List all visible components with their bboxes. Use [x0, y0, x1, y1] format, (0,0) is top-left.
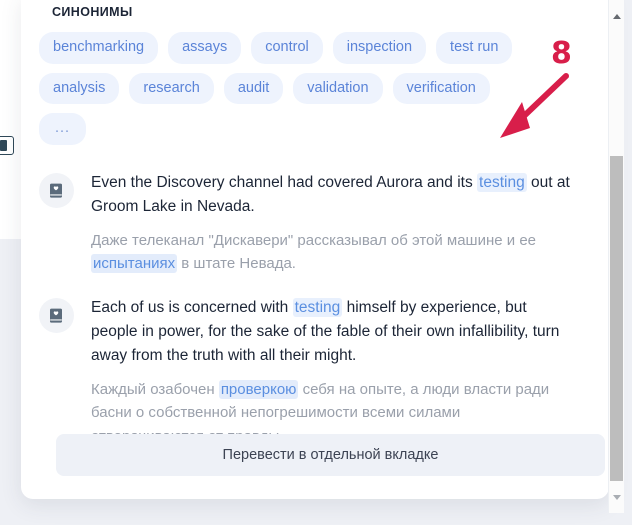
- synonym-chip[interactable]: test run: [436, 32, 513, 64]
- synonym-chip[interactable]: verification: [392, 72, 490, 104]
- translator-popup: СИНОНИМЫ benchmarking assays control inspec…: [21, 0, 609, 499]
- examples-list: Even the Discovery channel had covered A…: [39, 171, 595, 448]
- example-source-text: Each of us is concerned with testing him…: [91, 296, 575, 368]
- synonyms-section-label: СИНОНИМЫ: [52, 5, 133, 19]
- synonym-chip[interactable]: validation: [293, 72, 383, 104]
- example-target-post: в штате Невада.: [177, 254, 296, 272]
- scroll-up-arrow-icon[interactable]: [609, 8, 624, 24]
- annotation-step-number: 8: [551, 36, 572, 71]
- example-target-pre: Даже телеканал "Дискавери" рассказывал о…: [91, 231, 536, 249]
- synonym-chip[interactable]: audit: [223, 72, 284, 104]
- example-source-highlight[interactable]: testing: [292, 298, 343, 318]
- example-item: Even the Discovery channel had covered A…: [39, 171, 595, 276]
- scroll-down-arrow-icon[interactable]: [609, 489, 624, 505]
- synonym-chip[interactable]: analysis: [39, 72, 120, 104]
- screen-root: СИНОНИМЫ benchmarking assays control inspec…: [0, 0, 632, 525]
- example-source-text: Even the Discovery channel had covered A…: [91, 171, 575, 219]
- synonym-chip[interactable]: assays: [168, 32, 242, 64]
- synonyms-chip-list: benchmarking assays control inspection test …: [39, 32, 544, 145]
- example-body: Even the Discovery channel had covered A…: [91, 171, 575, 276]
- example-source-highlight[interactable]: testing: [477, 172, 527, 192]
- example-target-highlight[interactable]: испытаниях: [91, 253, 178, 273]
- translate-in-separate-tab-button[interactable]: Перевести в отдельной вкладке: [56, 434, 605, 476]
- scrollbar-thumb[interactable]: [610, 156, 623, 481]
- synonym-chip[interactable]: research: [129, 72, 214, 104]
- example-source-pre: Each of us is concerned with: [91, 299, 293, 317]
- example-target-highlight[interactable]: проверкою: [218, 380, 299, 400]
- synonym-chip[interactable]: inspection: [332, 32, 427, 64]
- synonym-chip[interactable]: benchmarking: [39, 32, 159, 64]
- example-target-text: Даже телеканал "Дискавери" рассказывал о…: [91, 229, 575, 276]
- example-target-pre: Каждый озабочен: [91, 381, 219, 399]
- example-source-pre: Even the Discovery channel had covered A…: [91, 173, 478, 191]
- book-heart-icon: [39, 172, 74, 208]
- popup-scrollbar[interactable]: [608, 0, 624, 513]
- synonym-chip[interactable]: control: [251, 32, 323, 64]
- synonym-chip[interactable]: ...: [39, 113, 87, 145]
- example-body: Each of us is concerned with testing him…: [91, 296, 575, 448]
- extension-badge-icon[interactable]: [0, 136, 14, 155]
- example-item: Each of us is concerned with testing him…: [39, 296, 595, 448]
- book-heart-icon: [39, 298, 74, 334]
